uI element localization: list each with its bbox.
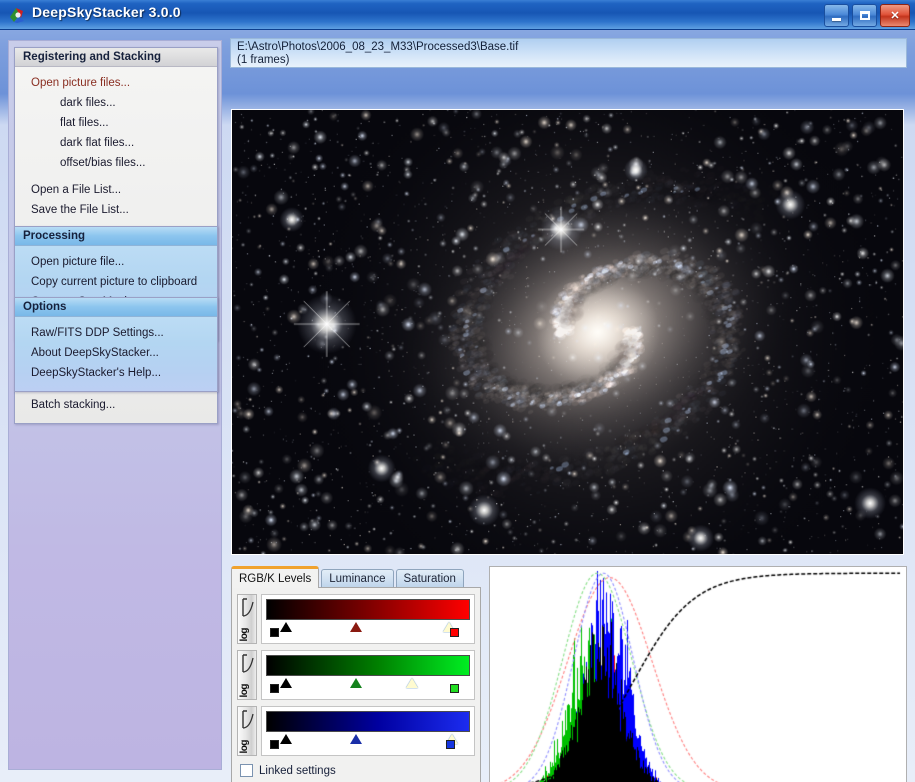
log-label: log [239,684,250,698]
midtone-marker-green[interactable] [350,678,362,688]
histogram-canvas [490,567,906,782]
gradient-bar-green [266,655,470,676]
panel-header-processing: Processing [15,227,217,246]
tab-luminance[interactable]: Luminance [321,569,393,588]
panel-body-options: Raw/FITS DDP Settings...About DeepSkySta… [15,317,217,391]
maximize-icon [853,5,876,26]
app-logo-icon [8,6,26,24]
white-point-marker-green[interactable] [406,678,418,688]
image-preview[interactable] [231,109,904,555]
menu-item-open-a-file-list[interactable]: Open a File List... [15,180,217,200]
frame-count-text: (1 frames) [237,54,906,67]
menu-item-copy-current-picture-to-clipboard[interactable]: Copy current picture to clipboard [15,272,217,292]
midtone-marker-red[interactable] [350,622,362,632]
menu-item-about-deepskystacker[interactable]: About DeepSkyStacker... [15,343,217,363]
gradient-bar-red [266,599,470,620]
menu-item-deepskystacker-s-help[interactable]: DeepSkyStacker's Help... [15,363,217,383]
menu-item-offset-bias-files[interactable]: offset/bias files... [15,153,217,173]
black-point-marker-red[interactable] [280,622,292,632]
menu-item-batch-stacking[interactable]: Batch stacking... [15,395,217,415]
black-point-marker-green[interactable] [280,678,292,688]
file-path-text: E:\Astro\Photos\2006_08_23_M33\Processed… [237,41,906,54]
log-toggle-blue[interactable]: log [237,706,257,756]
title-bar: DeepSkyStacker 3.0.0 ✕ [0,0,915,30]
sidebar-panel-options: OptionsRaw/FITS DDP Settings...About Dee… [14,297,218,392]
application-window: DeepSkyStacker 3.0.0 ✕ Registering and S… [0,0,915,782]
levels-slider-blue: log [237,706,475,756]
black-point-swatch-red[interactable] [270,628,279,637]
linked-settings-checkbox[interactable] [240,764,253,777]
levels-slider-red: log [237,594,475,644]
white-point-swatch-blue[interactable] [446,740,455,749]
maximize-button[interactable] [852,4,877,27]
log-toggle-red[interactable]: log [237,594,257,644]
linked-settings-row: Linked settings [240,764,336,777]
white-point-swatch-green[interactable] [450,684,459,693]
levels-slider-green: log [237,650,475,700]
levels-panel: RGB/K LevelsLuminanceSaturation log log lo… [231,566,481,782]
close-button[interactable]: ✕ [880,4,910,27]
minimize-button[interactable] [824,4,849,27]
slider-track-red[interactable] [261,594,475,644]
preview-canvas [232,110,903,554]
menu-spacer [15,173,217,180]
panel-header-registering-and-stacking: Registering and Stacking [15,48,217,67]
white-point-swatch-red[interactable] [450,628,459,637]
window-title: DeepSkyStacker 3.0.0 [32,4,181,20]
log-label: log [239,628,250,642]
tab-rgbk-levels[interactable]: RGB/K Levels [231,566,319,588]
levels-body: logloglog Linked settings Apply [231,587,481,782]
gradient-bar-blue [266,711,470,732]
panel-header-options: Options [15,298,217,317]
sidebar: Registering and Stacking Open picture fil… [8,40,222,770]
window-controls: ✕ [824,4,910,27]
slider-track-blue[interactable] [261,706,475,756]
menu-item-dark-files[interactable]: dark files... [15,93,217,113]
minimize-icon [825,5,848,26]
levels-tabs: RGB/K LevelsLuminanceSaturation [231,566,466,588]
histogram-chart[interactable] [489,566,907,782]
midtone-marker-blue[interactable] [350,734,362,744]
file-path-bar: E:\Astro\Photos\2006_08_23_M33\Processed… [230,38,907,68]
menu-item-save-the-file-list[interactable]: Save the File List... [15,200,217,220]
menu-item-raw-fits-ddp-settings[interactable]: Raw/FITS DDP Settings... [15,323,217,343]
menu-item-open-picture-files[interactable]: Open picture files... [15,73,217,93]
black-point-swatch-green[interactable] [270,684,279,693]
black-point-marker-blue[interactable] [280,734,292,744]
log-toggle-green[interactable]: log [237,650,257,700]
menu-item-flat-files[interactable]: flat files... [15,113,217,133]
tab-saturation[interactable]: Saturation [396,569,464,588]
menu-item-open-picture-file[interactable]: Open picture file... [15,252,217,272]
close-icon: ✕ [881,5,909,26]
log-label: log [239,740,250,754]
client-area: Registering and Stacking Open picture fil… [0,30,915,782]
linked-settings-label: Linked settings [259,765,336,777]
black-point-swatch-blue[interactable] [270,740,279,749]
menu-item-dark-flat-files[interactable]: dark flat files... [15,133,217,153]
slider-track-green[interactable] [261,650,475,700]
